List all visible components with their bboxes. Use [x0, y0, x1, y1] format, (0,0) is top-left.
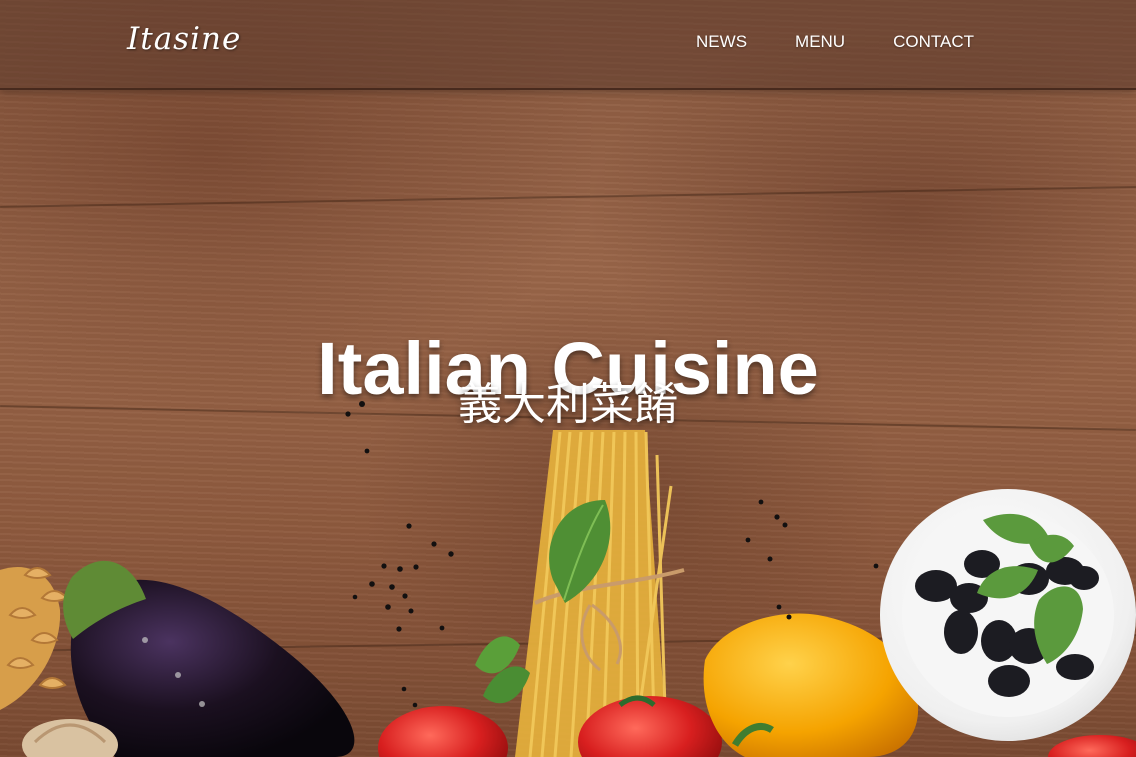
hero-subtitle: 義大利菜餚 [458, 380, 678, 429]
wood-plank-line [0, 634, 1136, 652]
wood-plank-line [0, 186, 1136, 208]
peppercorn-icon [345, 401, 879, 708]
spaghetti-bundle-icon [515, 430, 685, 757]
top-navigation-bar: Itasine NEWS MENU CONTACT [0, 0, 1136, 90]
nav-contact-link[interactable]: CONTACT [893, 32, 974, 52]
onion-icon [22, 719, 118, 757]
eggplant-icon [63, 560, 355, 757]
site-logo[interactable]: Itasine [127, 21, 241, 57]
nav-menu-link[interactable]: MENU [795, 32, 845, 52]
tomato-icon [378, 695, 1136, 757]
olive-plate-icon [880, 489, 1136, 741]
yellow-pepper-icon [703, 613, 919, 757]
page-background: Itasine NEWS MENU CONTACT Italian Cuisin… [0, 0, 1136, 757]
basil-leaf-icon [475, 500, 611, 704]
main-navigation: NEWS MENU CONTACT [696, 32, 974, 52]
pasta-macaroni-icon [0, 566, 69, 710]
nav-news-link[interactable]: NEWS [696, 32, 747, 52]
